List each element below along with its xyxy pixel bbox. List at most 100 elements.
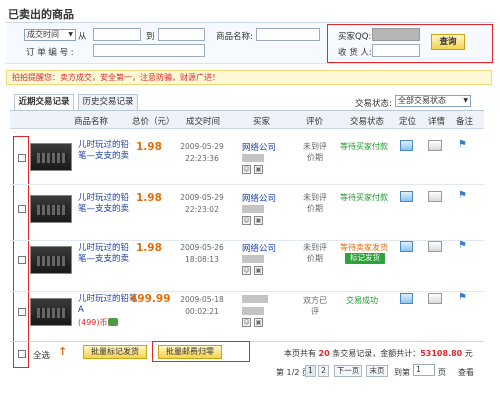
product-name-link[interactable]: 儿时玩过的铅笔—支支的卖 xyxy=(78,140,132,162)
locate-icon[interactable] xyxy=(400,191,413,202)
profile-icon[interactable]: ▣ xyxy=(254,318,263,327)
product-name-input[interactable] xyxy=(256,28,320,41)
total-price: 1.98 xyxy=(136,192,162,204)
time-type-select[interactable]: 成交时间 ▼ xyxy=(24,29,76,41)
batch-postage-zero-button[interactable]: 批量邮费归零 xyxy=(158,345,222,359)
summary-prefix: 本页共有 xyxy=(284,349,316,358)
buyer-id-redacted xyxy=(242,307,264,315)
mark-shipped-button[interactable]: 标记发货 xyxy=(345,253,385,264)
detail-icon[interactable] xyxy=(428,191,442,202)
evaluation-status: 未到评价期 xyxy=(303,193,327,213)
product-thumbnail[interactable] xyxy=(30,246,72,274)
buyer-qq-input[interactable] xyxy=(372,28,420,41)
product-thumbnail[interactable] xyxy=(30,143,72,171)
trade-status: 等待买家付款 xyxy=(340,142,388,151)
locate-icon[interactable] xyxy=(400,293,413,304)
deal-date: 2009-05-26 xyxy=(180,243,224,252)
product-name-link[interactable]: 儿时玩过的铅笔—支支的卖 xyxy=(78,193,132,215)
locate-icon[interactable] xyxy=(400,140,413,151)
page-unit-label: 页 xyxy=(438,368,446,377)
receiver-input[interactable] xyxy=(372,44,420,57)
order-number-input[interactable] xyxy=(93,44,205,57)
query-button[interactable]: 查询 xyxy=(431,34,465,50)
date-from-input[interactable] xyxy=(93,28,141,41)
row-checkbox[interactable] xyxy=(18,154,26,162)
deal-clock: 22:23:02 xyxy=(185,205,219,214)
contact-icon[interactable]: ☺ xyxy=(242,216,251,225)
buyer-id-redacted xyxy=(242,255,264,263)
header-buyer: 买家 xyxy=(253,117,271,127)
from-label: 从 xyxy=(78,32,87,42)
detail-icon[interactable] xyxy=(428,241,442,252)
row-checkbox[interactable] xyxy=(18,308,26,316)
page-2-button[interactable]: 2 xyxy=(318,365,329,377)
contact-icon[interactable]: ☺ xyxy=(242,318,251,327)
profile-icon[interactable]: ▣ xyxy=(254,216,263,225)
row-checkbox[interactable] xyxy=(18,256,26,264)
page-summary: 本页共有 20 条交易记录，金额共计：53108.80 元 xyxy=(284,348,473,359)
deal-time: 2009-05-29 22:23:02 xyxy=(176,192,228,216)
trade-status: 等待卖家发货 xyxy=(340,243,388,252)
profile-icon[interactable]: ▣ xyxy=(254,266,263,275)
buyer-link[interactable]: 网络公司 xyxy=(242,242,276,254)
status-filter-label: 交易状态: xyxy=(355,99,392,109)
goto-label: 到第 xyxy=(394,368,410,377)
chevron-down-icon: ▼ xyxy=(68,31,73,38)
flag-icon[interactable]: ⚑ xyxy=(458,191,467,201)
summary-suffix: 元 xyxy=(464,349,473,358)
page-1-button[interactable]: 1 xyxy=(305,365,316,377)
flag-icon[interactable]: ⚑ xyxy=(458,140,467,150)
detail-icon[interactable] xyxy=(428,293,442,304)
product-thumbnail[interactable] xyxy=(30,298,72,326)
buyer-qq-label: 买家QQ: xyxy=(338,32,372,42)
table-row: 儿时玩过的铅笔—支支的卖 1.98 2009-05-29 22:23:02 网络公… xyxy=(10,185,484,241)
deal-date: 2009-05-29 xyxy=(180,193,224,202)
last-page-button[interactable]: 末页 xyxy=(366,365,388,377)
coin-price: (499)币 xyxy=(78,318,108,327)
header-detail: 详情 xyxy=(428,117,446,127)
next-page-button[interactable]: 下一页 xyxy=(334,365,362,377)
deal-clock: 22:23:36 xyxy=(185,154,219,163)
row-checkbox[interactable] xyxy=(18,205,26,213)
tab-history-records[interactable]: 历史交易记录 xyxy=(78,94,138,110)
batch-mark-shipped-button[interactable]: 批量标记发货 xyxy=(83,345,147,359)
contact-icon[interactable]: ☺ xyxy=(242,165,251,174)
product-name-link[interactable]: 儿时玩过的铅笔—支支的卖 xyxy=(78,243,132,265)
view-page-button[interactable]: 查看 xyxy=(458,367,474,378)
header-deal-time: 成交时间 xyxy=(186,117,221,127)
deal-time: 2009-05-18 00:02:21 xyxy=(176,294,228,318)
tab-recent-records[interactable]: 近期交易记录 xyxy=(14,94,74,111)
trade-status: 等待买家付款 xyxy=(340,193,388,202)
total-price: 499.99 xyxy=(130,293,171,305)
up-arrow-icon: ↑ xyxy=(58,345,68,358)
deal-time: 2009-05-26 18:08:13 xyxy=(176,242,228,266)
summary-count: 20 xyxy=(318,349,330,358)
status-filter-select[interactable]: 全部交易状态 ▼ xyxy=(395,95,471,107)
header-evaluation: 评价 xyxy=(306,117,324,127)
evaluation-status: 双方已评 xyxy=(303,296,327,316)
buyer-link[interactable]: 网络公司 xyxy=(242,141,276,153)
evaluation-status: 未到评价期 xyxy=(303,243,327,263)
date-to-input[interactable] xyxy=(158,28,205,41)
profile-icon[interactable]: ▣ xyxy=(254,165,263,174)
contact-icon[interactable]: ☺ xyxy=(242,266,251,275)
flag-icon[interactable]: ⚑ xyxy=(458,293,467,303)
goto-page-input[interactable]: 1 xyxy=(413,364,435,376)
buyer-id-redacted xyxy=(242,205,264,213)
product-name-link[interactable]: 儿时玩过的铅笔A xyxy=(78,294,138,316)
header-locate: 定位 xyxy=(399,117,417,127)
select-all-checkbox[interactable] xyxy=(18,350,26,358)
locate-icon[interactable] xyxy=(400,241,413,252)
summary-amount: 53108.80 xyxy=(420,349,463,358)
chevron-down-icon: ▼ xyxy=(463,97,468,104)
total-price: 1.98 xyxy=(136,242,162,254)
deal-clock: 18:08:13 xyxy=(185,255,219,264)
table-row: 儿时玩过的铅笔A (499)币 499.99 2009-05-18 00:02:2… xyxy=(10,287,484,341)
notice-banner: 拍拍提醒您：卖方成交，安全第一，注意防骗，财源广进！ xyxy=(6,70,492,85)
buyer-link[interactable]: 网络公司 xyxy=(242,192,276,204)
detail-icon[interactable] xyxy=(428,140,442,151)
product-thumbnail[interactable] xyxy=(30,195,72,223)
status-filter-value: 全部交易状态 xyxy=(398,96,446,105)
flag-icon[interactable]: ⚑ xyxy=(458,241,467,251)
receiver-label: 收 货 人: xyxy=(338,48,372,58)
